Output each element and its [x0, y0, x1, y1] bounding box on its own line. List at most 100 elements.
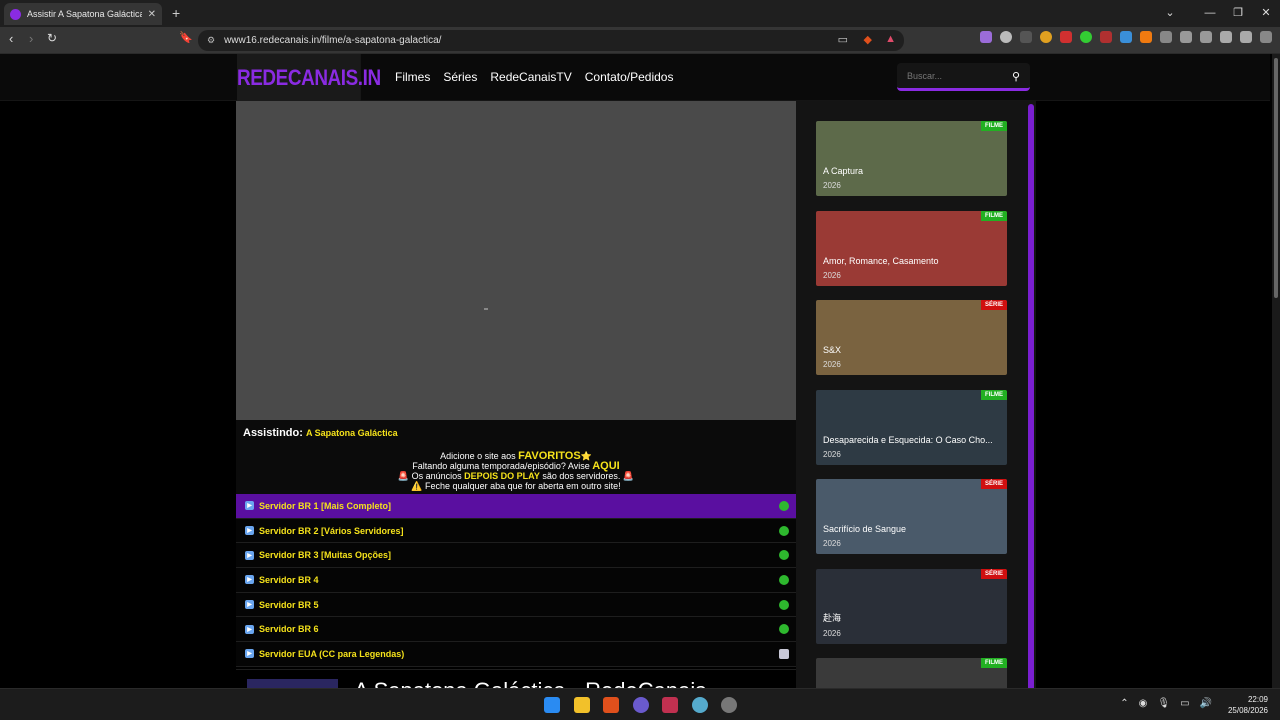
recommendation-card[interactable]: SÉRIE Sacrifício de Sangue 2026 — [816, 479, 1007, 554]
address-bar[interactable]: ⚙ www16.redecanais.in/filme/a-sapatona-g… — [198, 30, 904, 51]
page-scrollbar[interactable] — [1272, 54, 1280, 688]
sidebar-toggle-icon[interactable] — [1180, 31, 1192, 43]
circle-extension-icon[interactable] — [1000, 31, 1012, 43]
brave-shields-icon[interactable]: ◆ — [864, 33, 872, 46]
pen-extension-icon[interactable] — [980, 31, 992, 43]
clock-date: 25/08/2026 — [1227, 706, 1268, 715]
green-extension-icon[interactable] — [1080, 31, 1092, 43]
server-label: Servidor EUA (CC para Legendas) — [259, 648, 405, 659]
star-icon: ⭐ — [580, 451, 592, 461]
menu-icon[interactable] — [1260, 31, 1272, 43]
play-icon: ▶ — [245, 501, 254, 511]
discord-tray-icon[interactable]: ◉ — [1139, 698, 1148, 709]
play-icon: ▶ — [245, 526, 254, 536]
record-extension-icon[interactable] — [1060, 31, 1072, 43]
nav-link-filmes[interactable]: Filmes — [395, 70, 430, 84]
notice-highlight: DEPOIS DO PLAY — [464, 471, 540, 481]
server-option[interactable]: ▶ Servidor BR 2 [Vários Servidores] — [236, 518, 796, 544]
sidebar-scrollbar[interactable] — [1028, 104, 1034, 688]
discord-icon[interactable] — [633, 697, 649, 713]
type-badge: FILME — [981, 210, 1007, 221]
app-icon[interactable] — [692, 697, 708, 713]
recommendation-card[interactable]: FILME Desaparecida e Esquecida: O Caso Ch… — [816, 389, 1007, 465]
close-window-button[interactable]: ✕ — [1252, 0, 1280, 27]
server-option[interactable]: ▶ Servidor BR 1 [Mais Completo] — [236, 494, 796, 519]
forward-icon[interactable]: › — [29, 31, 33, 46]
now-watching-bar: Assistindo: A Sapatona Galáctica — [236, 420, 796, 447]
us-flag-icon — [779, 649, 789, 660]
ublock-extension-icon[interactable] — [1100, 31, 1112, 43]
wallet-icon[interactable] — [1200, 31, 1212, 43]
card-year: 2026 — [823, 270, 841, 280]
server-list: ▶ Servidor BR 1 [Mais Completo] ▶ Servidor … — [236, 494, 796, 667]
tab-close-icon[interactable]: ✕ — [148, 9, 156, 20]
game-extension-icon[interactable] — [1020, 31, 1032, 43]
card-title: A Captura — [823, 166, 864, 176]
new-tab-button[interactable]: + — [172, 5, 180, 21]
br-flag-icon — [779, 550, 789, 561]
microphone-icon[interactable]: 🎙 — [1157, 698, 1170, 709]
network-icon[interactable]: ▭ — [1180, 698, 1189, 709]
app-icon[interactable] — [662, 697, 678, 713]
video-player[interactable] — [236, 101, 796, 420]
br-flag-icon — [779, 624, 789, 635]
recommendation-card[interactable]: FILME — [816, 658, 1007, 688]
server-option[interactable]: ▶ Servidor EUA (CC para Legendas) — [236, 642, 796, 667]
bookmark-icon[interactable]: 🔖 — [179, 31, 193, 44]
site-info-icon[interactable]: ⚙ — [207, 35, 215, 46]
card-title: Amor, Romance, Casamento — [823, 255, 939, 266]
tab-search-dropdown-icon[interactable]: ⌄ — [1156, 0, 1184, 27]
recommendation-card[interactable]: FILME A Captura 2026 — [816, 121, 1007, 196]
recommendation-card[interactable]: SÉRIE 赴海 2026 — [816, 568, 1007, 644]
tray-chevron-icon[interactable]: ⌃ — [1120, 698, 1128, 709]
browser-tab[interactable]: Assistir A Sapatona Galáctica (20... ✕ — [4, 3, 162, 25]
type-badge: FILME — [981, 121, 1007, 131]
wifi-extension-icon[interactable] — [1120, 31, 1132, 43]
windows-start-icon[interactable] — [544, 697, 560, 713]
type-badge: SÉRIE — [980, 479, 1007, 489]
server-option[interactable]: ▶ Servidor BR 5 — [236, 592, 796, 618]
recommendation-card[interactable]: FILME Amor, Romance, Casamento 2026 — [816, 210, 1007, 286]
server-option[interactable]: ▶ Servidor BR 6 — [236, 617, 796, 643]
movie-poster — [247, 679, 338, 688]
notice-text: Faltando alguma temporada/episódio? Avis… — [412, 461, 590, 471]
brave-browser-icon[interactable] — [603, 697, 619, 713]
nav-link-series[interactable]: Séries — [443, 70, 477, 84]
site-logo[interactable]: REDECANAIS.IN — [237, 54, 381, 101]
clock-time: 22:09 — [1247, 695, 1268, 704]
nav-link-redecanaistv[interactable]: RedeCanaisTV — [490, 70, 571, 84]
type-badge: SÉRIE — [980, 568, 1007, 579]
page-scrollbar-thumb[interactable] — [1274, 58, 1278, 298]
reload-icon[interactable]: ↻ — [47, 31, 57, 45]
server-option[interactable]: ▶ Servidor BR 4 — [236, 568, 796, 593]
file-explorer-icon[interactable] — [574, 697, 590, 713]
site-header: REDECANAIS.IN Filmes Séries RedeCanaisTV… — [0, 54, 1270, 101]
type-badge: FILME — [981, 389, 1007, 400]
server-label: Servidor BR 6 — [259, 624, 319, 635]
screen-share-icon[interactable]: ▭ — [838, 33, 848, 46]
puzzle-extensions-icon[interactable] — [1160, 31, 1172, 43]
play-icon: ▶ — [245, 624, 254, 634]
orange-extension-icon[interactable] — [1140, 31, 1152, 43]
card-year: 2026 — [823, 449, 841, 459]
search-box: ⚲ — [897, 63, 1030, 91]
watching-label: Assistindo: — [243, 427, 303, 439]
brave-rewards-icon[interactable]: ▲ — [885, 33, 896, 45]
recommendation-card[interactable]: SÉRIE S&X 2026 — [816, 300, 1007, 375]
os-taskbar: ⌃ ◉ 🎙 ▭ 🔊 22:09 25/08/2026 — [0, 688, 1280, 720]
system-tray: ⌃ ◉ 🎙 ▭ 🔊 — [1120, 698, 1212, 709]
maximize-button[interactable]: ❐ — [1224, 0, 1252, 27]
leo-ai-icon[interactable] — [1220, 31, 1232, 43]
minimize-button[interactable]: — — [1196, 0, 1224, 27]
search-icon[interactable]: ⚲ — [1012, 70, 1020, 83]
app-icon[interactable] — [721, 697, 737, 713]
search-input[interactable] — [907, 70, 1007, 81]
cookie-extension-icon[interactable] — [1040, 31, 1052, 43]
volume-icon[interactable]: 🔊 — [1200, 698, 1212, 709]
server-option[interactable]: ▶ Servidor BR 3 [Muitas Opções] — [236, 543, 796, 569]
nav-link-contato[interactable]: Contato/Pedidos — [585, 70, 674, 84]
clock[interactable]: 22:09 25/08/2026 — [1228, 694, 1268, 716]
notice-box: Adicione o site aos FAVORITOS⭐ Faltando … — [236, 447, 796, 494]
vpn-shield-icon[interactable] — [1240, 31, 1252, 43]
back-icon[interactable]: ‹ — [9, 31, 13, 46]
